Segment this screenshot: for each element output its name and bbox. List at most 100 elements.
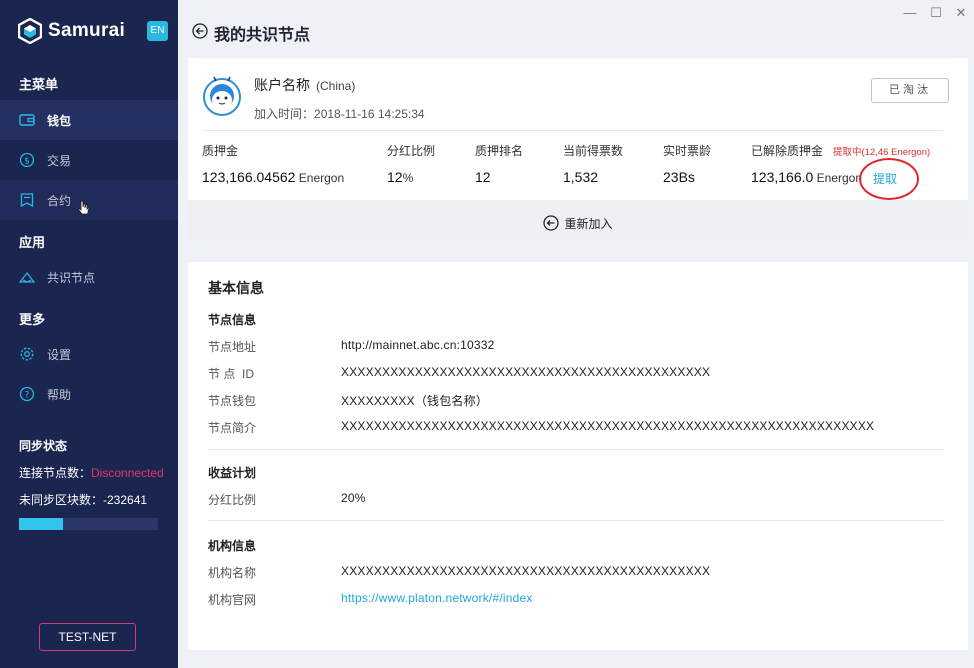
sidebar-item-consensus-node[interactable]: 共识节点: [0, 257, 178, 297]
sync-nodes-label: 连接节点数：: [19, 466, 92, 480]
sync-nodes-row: 连接节点数：Disconnected: [19, 464, 164, 481]
basic-info-card: 基本信息 节点信息 节点地址 http://mainnet.abc.cn:103…: [188, 262, 968, 650]
stat-label-unstaked: 已解除质押金: [751, 144, 824, 158]
network-button[interactable]: TEST-NET: [39, 623, 136, 651]
sidebar-item-transaction[interactable]: $ 交易: [0, 140, 178, 180]
stat-value-dividend: 12%: [387, 169, 413, 185]
stat-number: 1,532: [563, 169, 599, 185]
sync-blocks-row: 未同步区块数：-232641: [19, 491, 147, 508]
divider: [208, 520, 944, 521]
annotation-circle: [859, 158, 919, 200]
node-id-value: XXXXXXXXXXXXXXXXXXXXXXXXXXXXXXXXXXXXXXXX…: [341, 365, 711, 379]
rejoin-icon: [543, 215, 560, 231]
stat-unit: Energon: [295, 171, 345, 185]
node-summary-card: 账户名称 (China) 加入时间：2018-11-16 14:25:34 已淘汰…: [188, 58, 968, 246]
main-menu-title: 主菜单: [19, 77, 59, 92]
node-wallet-label: 节点钱包: [208, 394, 257, 408]
node-intro-label: 节点简介: [208, 421, 257, 435]
consensus-node-icon: [19, 271, 35, 283]
sidebar-item-label: 合约: [47, 193, 72, 208]
join-time-value: 2018-11-16 14:25:34: [314, 107, 425, 121]
stat-number: 123,166.04562: [202, 169, 296, 185]
contract-icon: [20, 193, 34, 208]
node-intro-value: XXXXXXXXXXXXXXXXXXXXXXXXXXXXXXXXXXXXXXXX…: [341, 419, 875, 433]
svg-text:?: ?: [25, 391, 30, 401]
sidebar-item-help[interactable]: ? 帮助: [0, 374, 178, 414]
sync-blocks-label: 未同步区块数：: [19, 493, 104, 507]
sync-progress-fill: [19, 518, 64, 530]
samurai-logo-icon: [18, 18, 42, 44]
sidebar-item-label: 交易: [47, 153, 72, 168]
transaction-icon: $: [19, 152, 35, 168]
close-button[interactable]: ✕: [954, 5, 968, 21]
apps-title: 应用: [19, 235, 46, 250]
join-time-label: 加入时间：: [254, 107, 315, 121]
language-toggle-button[interactable]: EN: [147, 21, 168, 41]
stat-unit: Energon: [813, 171, 862, 185]
sidebar-item-contract[interactable]: 合约: [0, 180, 178, 220]
mouse-cursor-icon: [78, 200, 90, 215]
join-time-row: 加入时间：2018-11-16 14:25:34: [254, 105, 425, 122]
wallet-icon: [19, 114, 35, 126]
basic-info-title: 基本信息: [208, 280, 264, 296]
sidebar: Samurai EN 主菜单 钱包 $ 交易 合约 应用 共识节点 更多 设置 …: [0, 0, 178, 668]
stat-value-unstaked: 123,166.0 Energon: [751, 169, 862, 185]
divider: [202, 130, 943, 131]
stat-label-ticket-age: 实时票龄: [663, 144, 712, 158]
rejoin-label: 重新加入: [564, 216, 613, 231]
revenue-ratio-label: 分红比例: [208, 493, 257, 507]
sidebar-item-label: 钱包: [47, 113, 72, 128]
status-badge[interactable]: 已淘汰: [871, 78, 949, 103]
node-id-label: 节 点 ID: [208, 367, 255, 381]
stat-number: 123,166.0: [751, 169, 814, 185]
node-address-value: http://mainnet.abc.cn:10332: [341, 338, 495, 352]
brand: Samurai: [18, 18, 125, 44]
sidebar-item-wallet[interactable]: 钱包: [0, 100, 178, 140]
sidebar-item-label: 共识节点: [47, 270, 96, 285]
stat-label-stake: 质押金: [202, 144, 239, 158]
org-website-label: 机构官网: [208, 593, 257, 607]
help-icon: ?: [19, 386, 35, 402]
stat-number: 23Bs: [663, 169, 695, 185]
page-title: 我的共识节点: [214, 27, 311, 44]
maximize-button[interactable]: ☐: [929, 5, 943, 21]
gear-icon: [20, 347, 34, 361]
account-region: (China): [316, 79, 356, 93]
stat-unit: %: [402, 171, 414, 185]
account-name-row: 账户名称 (China): [254, 75, 355, 95]
svg-text:$: $: [24, 157, 30, 167]
stat-value-stake: 123,166.04562 Energon: [202, 169, 344, 185]
stat-label-votes: 当前得票数: [563, 144, 624, 158]
stat-value-votes: 1,532: [563, 169, 598, 185]
stat-number: 12: [387, 169, 403, 185]
sync-nodes-value: Disconnected: [91, 466, 164, 480]
stat-label-rank: 质押排名: [475, 144, 524, 158]
sidebar-item-label: 帮助: [47, 387, 72, 402]
more-title: 更多: [19, 312, 46, 327]
org-website-link[interactable]: https://www.platon.network/#/index: [341, 591, 533, 605]
sync-blocks-value: -232641: [103, 493, 148, 507]
node-info-title: 节点信息: [208, 313, 257, 327]
minimize-button[interactable]: —: [903, 5, 917, 20]
avatar: [203, 76, 241, 116]
sync-status-title: 同步状态: [19, 439, 68, 453]
stat-number: 12: [475, 169, 491, 185]
back-icon[interactable]: [192, 23, 208, 39]
account-name: 账户名称: [254, 77, 310, 93]
brand-name: Samurai: [48, 20, 126, 41]
org-name-label: 机构名称: [208, 566, 257, 580]
sidebar-item-settings[interactable]: 设置: [0, 334, 178, 374]
rejoin-button[interactable]: 重新加入: [188, 200, 968, 246]
org-name-value: XXXXXXXXXXXXXXXXXXXXXXXXXXXXXXXXXXXXXXXX…: [341, 564, 711, 578]
stat-label-dividend: 分红比例: [387, 144, 436, 158]
revenue-ratio-value: 20%: [341, 491, 366, 505]
revenue-plan-title: 收益计划: [208, 466, 257, 480]
sync-progress-bar: [19, 518, 158, 530]
node-address-label: 节点地址: [208, 340, 257, 354]
sidebar-item-label: 设置: [47, 347, 72, 362]
withdraw-pending-text: 提取中(12,46 Energon): [833, 147, 931, 158]
header: 我的共识节点 — ☐ ✕: [178, 0, 974, 58]
org-info-title: 机构信息: [208, 539, 257, 553]
node-wallet-value: XXXXXXXXX（钱包名称）: [341, 394, 489, 408]
stat-value-rank: 12: [475, 169, 491, 185]
